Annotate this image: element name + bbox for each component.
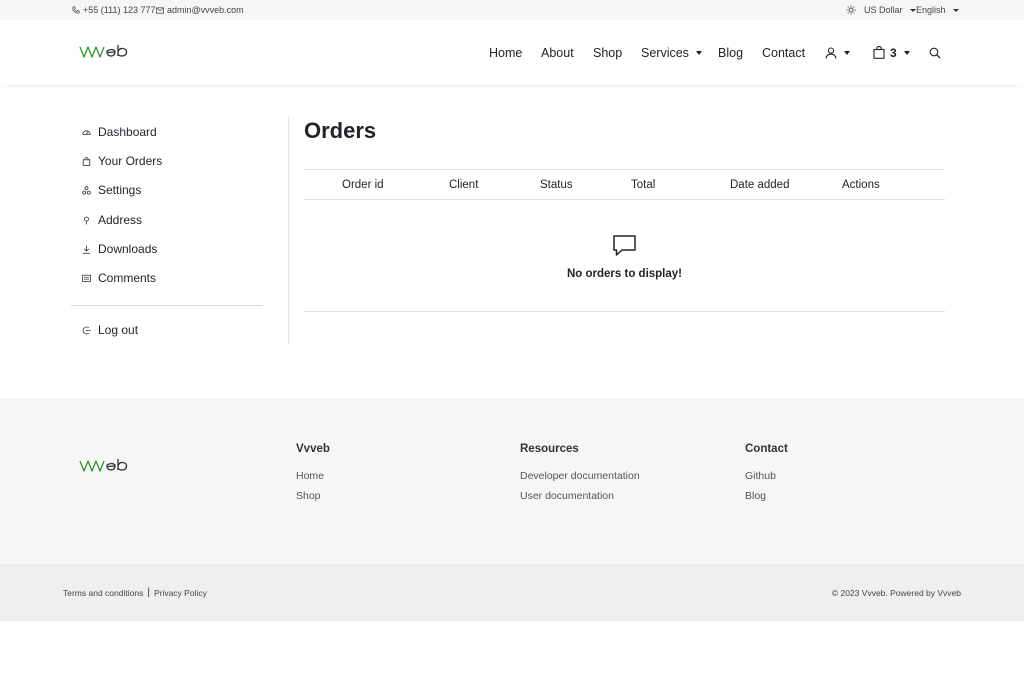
search-icon bbox=[929, 47, 941, 59]
footer-bottom-bar: Terms and conditions | Privacy Policy © … bbox=[0, 564, 1024, 621]
nav-home-label: Home bbox=[489, 45, 523, 60]
sidebar-separator bbox=[288, 117, 289, 344]
phone-number: +55 (111) 123 777 bbox=[83, 5, 156, 15]
sidebar-item-label: Settings bbox=[98, 183, 142, 197]
footer-link-home[interactable]: Home bbox=[296, 470, 324, 482]
nav-services-label: Services bbox=[641, 45, 689, 60]
footer-heading-resources: Resources bbox=[520, 443, 579, 455]
sidebar-item-label: Your Orders bbox=[98, 154, 163, 168]
nav-services[interactable]: Services bbox=[641, 20, 702, 85]
sidebar-item-label: Dashboard bbox=[98, 125, 157, 139]
email-link[interactable]: admin@vvveb.com bbox=[156, 0, 244, 20]
theme-toggle[interactable] bbox=[846, 0, 856, 20]
logout-label: Log out bbox=[98, 323, 139, 337]
column-header-client[interactable]: Client bbox=[449, 170, 478, 200]
page-title: Orders bbox=[304, 118, 377, 143]
user-menu[interactable] bbox=[825, 20, 850, 85]
footer-logo[interactable] bbox=[79, 456, 131, 476]
phone-icon bbox=[72, 6, 80, 14]
sidebar-item-label: Address bbox=[98, 213, 143, 227]
dashboard-icon bbox=[82, 128, 91, 137]
nav-blog-label: Blog bbox=[718, 45, 744, 60]
nav-blog[interactable]: Blog bbox=[718, 20, 743, 85]
chevron-down-icon bbox=[844, 50, 850, 55]
logout-link[interactable]: Log out bbox=[82, 321, 138, 339]
footer-link-github[interactable]: Github bbox=[745, 470, 776, 482]
table-header-border bbox=[304, 199, 945, 200]
envelope-icon bbox=[156, 6, 164, 14]
footer-link-user-documentation[interactable]: User documentation bbox=[520, 490, 614, 502]
cart-count: 3 bbox=[890, 45, 897, 60]
footer-link-developer-documentation[interactable]: Developer documentation bbox=[520, 470, 640, 482]
settings-icon bbox=[82, 185, 91, 195]
location-pin-icon bbox=[82, 216, 91, 225]
footer-heading-contact: Contact bbox=[745, 443, 788, 455]
nav-contact[interactable]: Contact bbox=[762, 20, 805, 85]
terms-link[interactable]: Terms and conditions bbox=[63, 588, 143, 598]
sidebar-item-downloads[interactable]: Downloads bbox=[82, 240, 157, 258]
sidebar-item-dashboard[interactable]: Dashboard bbox=[82, 123, 157, 141]
chevron-down-icon bbox=[952, 8, 959, 12]
column-header-total[interactable]: Total bbox=[631, 170, 655, 200]
sidebar-item-your-orders[interactable]: Your Orders bbox=[82, 152, 162, 170]
empty-orders-message: No orders to display! bbox=[566, 268, 683, 280]
nav-home[interactable]: Home bbox=[489, 20, 522, 85]
nav-about[interactable]: About bbox=[541, 20, 574, 85]
copyright-text: © 2023 Vvveb. Powered by Vvveb bbox=[831, 587, 961, 598]
language-dropdown[interactable]: English bbox=[916, 0, 959, 20]
legal-separator: | bbox=[147, 587, 150, 598]
sidebar-item-address[interactable]: Address bbox=[82, 211, 142, 229]
sidebar-item-label: Comments bbox=[98, 271, 157, 285]
bag-icon bbox=[82, 156, 91, 166]
currency-label: US Dollar bbox=[864, 5, 903, 15]
comment-icon bbox=[82, 274, 91, 283]
phone-link[interactable]: +55 (111) 123 777 bbox=[72, 0, 155, 20]
site-footer: Vvveb Home Shop Resources Developer docu… bbox=[0, 398, 1024, 564]
nav-shop-label: Shop bbox=[593, 45, 623, 60]
currency-dropdown[interactable]: US Dollar bbox=[864, 0, 916, 20]
download-icon bbox=[82, 245, 91, 254]
cart-menu[interactable]: 3 bbox=[873, 20, 910, 85]
chevron-down-icon bbox=[695, 50, 702, 55]
footer-link-shop[interactable]: Shop bbox=[296, 490, 321, 502]
language-label: English bbox=[916, 5, 946, 15]
sidebar-divider bbox=[71, 305, 263, 306]
chat-bubble-icon bbox=[613, 235, 636, 256]
user-icon bbox=[825, 46, 837, 59]
nav-contact-label: Contact bbox=[762, 45, 806, 60]
legal-links: Terms and conditions | Privacy Policy bbox=[63, 564, 207, 621]
email-address: admin@vvveb.com bbox=[167, 5, 244, 15]
sidebar-item-comments[interactable]: Comments bbox=[82, 269, 156, 287]
column-header-date-added[interactable]: Date added bbox=[730, 170, 789, 200]
privacy-link[interactable]: Privacy Policy bbox=[154, 588, 207, 598]
shopping-bag-icon bbox=[873, 46, 885, 59]
top-bar: +55 (111) 123 777 admin@vvveb.com US Dol… bbox=[0, 0, 1024, 20]
column-header-status[interactable]: Status bbox=[540, 170, 573, 200]
chevron-down-icon bbox=[903, 50, 910, 55]
sidebar-item-settings[interactable]: Settings bbox=[82, 181, 141, 199]
nav-shop[interactable]: Shop bbox=[593, 20, 622, 85]
footer-link-blog[interactable]: Blog bbox=[745, 490, 766, 502]
sun-icon bbox=[846, 5, 856, 15]
site-logo[interactable] bbox=[79, 42, 131, 62]
logout-icon bbox=[82, 326, 91, 335]
column-header-actions[interactable]: Actions bbox=[842, 170, 880, 200]
column-header-order-id[interactable]: Order id bbox=[342, 170, 384, 200]
sidebar-item-label: Downloads bbox=[98, 242, 158, 256]
site-header: Home About Shop Services Blog Contact 3 bbox=[0, 20, 1024, 85]
table-bottom-border bbox=[304, 311, 945, 312]
chevron-down-icon bbox=[909, 8, 916, 12]
nav-about-label: About bbox=[541, 45, 574, 60]
search-button[interactable] bbox=[929, 20, 941, 85]
footer-heading-vvveb: Vvveb bbox=[296, 443, 330, 455]
